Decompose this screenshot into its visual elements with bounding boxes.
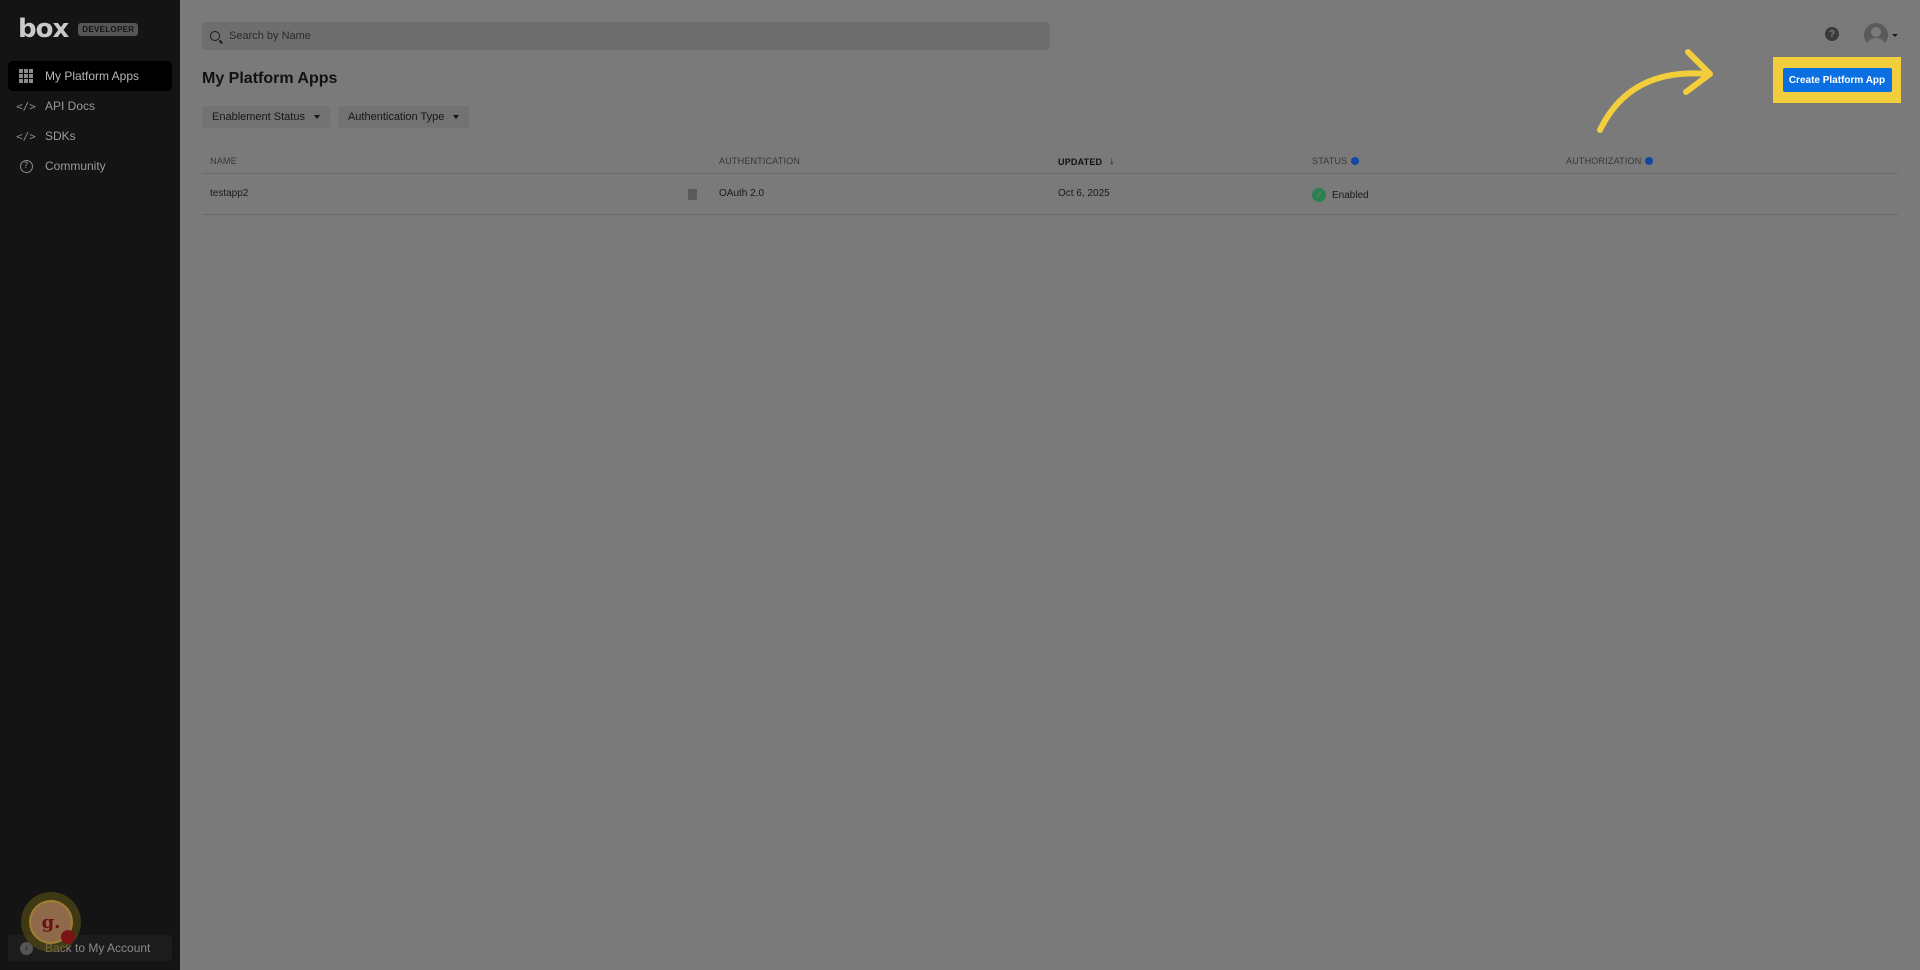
table-header: NAME AUTHENTICATION UPDATED ↓ STATUS AUT… xyxy=(202,150,1898,174)
sort-down-icon: ↓ xyxy=(1109,156,1115,167)
sidebar-item-label: API Docs xyxy=(45,99,96,113)
assistant-letter: g. xyxy=(41,911,61,933)
copy-icon[interactable] xyxy=(688,189,697,200)
search-bar[interactable] xyxy=(202,22,1050,50)
chevron-down-icon[interactable] xyxy=(1892,34,1898,37)
page-title: My Platform Apps xyxy=(202,70,338,87)
notification-dot xyxy=(61,930,75,944)
code-icon: </> xyxy=(16,129,36,143)
assistant-logo-icon: g. xyxy=(29,900,75,944)
app-status: ✓ Enabled xyxy=(1312,188,1369,202)
create-platform-app-button[interactable]: Create Platform App xyxy=(1782,68,1892,92)
column-header-name[interactable]: NAME xyxy=(210,156,237,166)
filter-label: Enablement Status xyxy=(212,111,305,123)
column-header-authentication[interactable]: AUTHENTICATION xyxy=(719,156,800,166)
check-circle-icon: ✓ xyxy=(1312,188,1326,202)
sidebar-item-sdks[interactable]: </> SDKs xyxy=(8,121,172,151)
status-text: Enabled xyxy=(1332,189,1369,201)
sidebar-item-label: My Platform Apps xyxy=(45,69,140,83)
sidebar-item-community[interactable]: ? Community xyxy=(8,151,172,181)
brand[interactable]: box DEVELOPER xyxy=(18,14,139,44)
filter-label: Authentication Type xyxy=(347,111,445,123)
sidebar-item-label: SDKs xyxy=(45,129,76,143)
column-header-status[interactable]: STATUS xyxy=(1312,156,1360,166)
curved-arrow-annotation-icon xyxy=(1597,49,1713,133)
avatar[interactable] xyxy=(1864,23,1888,47)
info-icon[interactable] xyxy=(1351,157,1360,165)
sidebar: box DEVELOPER My Platform Apps </> API D… xyxy=(0,0,180,970)
authentication-type-filter[interactable]: Authentication Type xyxy=(337,106,470,128)
help-circle-icon: ? xyxy=(19,159,33,173)
filter-bar: Enablement Status Authentication Type xyxy=(202,106,470,128)
assistant-widget[interactable]: g. xyxy=(21,892,81,952)
sidebar-item-my-platform-apps[interactable]: My Platform Apps xyxy=(8,61,172,91)
column-header-updated[interactable]: UPDATED ↓ xyxy=(1058,156,1114,167)
create-button-highlight: Create Platform App xyxy=(1773,57,1901,103)
column-header-authorization[interactable]: AUTHORIZATION xyxy=(1566,156,1654,166)
box-logo: box xyxy=(18,14,69,44)
sidebar-nav: My Platform Apps </> API Docs </> SDKs ?… xyxy=(8,61,172,181)
code-icon: </> xyxy=(16,99,36,113)
search-input[interactable] xyxy=(229,30,1029,42)
app-name[interactable]: testapp2 xyxy=(210,188,248,199)
grid-icon xyxy=(19,69,33,83)
sidebar-item-api-docs[interactable]: </> API Docs xyxy=(8,91,172,121)
app-updated: Oct 6, 2025 xyxy=(1058,188,1110,199)
main-content: ? My Platform Apps Enablement Status Aut… xyxy=(180,0,1920,970)
help-icon[interactable]: ? xyxy=(1825,27,1839,41)
app-authentication: OAuth 2.0 xyxy=(719,188,765,199)
enablement-status-filter[interactable]: Enablement Status xyxy=(202,106,330,128)
sidebar-item-label: Community xyxy=(45,159,106,173)
chevron-down-icon xyxy=(453,115,460,119)
table-row[interactable]: testapp2 OAuth 2.0 Oct 6, 2025 ✓ Enabled xyxy=(202,174,1898,215)
apps-table: NAME AUTHENTICATION UPDATED ↓ STATUS AUT… xyxy=(202,150,1898,215)
search-icon xyxy=(210,31,220,41)
developer-badge: DEVELOPER xyxy=(78,22,139,36)
chevron-down-icon xyxy=(313,115,320,119)
info-icon[interactable] xyxy=(1645,157,1654,165)
